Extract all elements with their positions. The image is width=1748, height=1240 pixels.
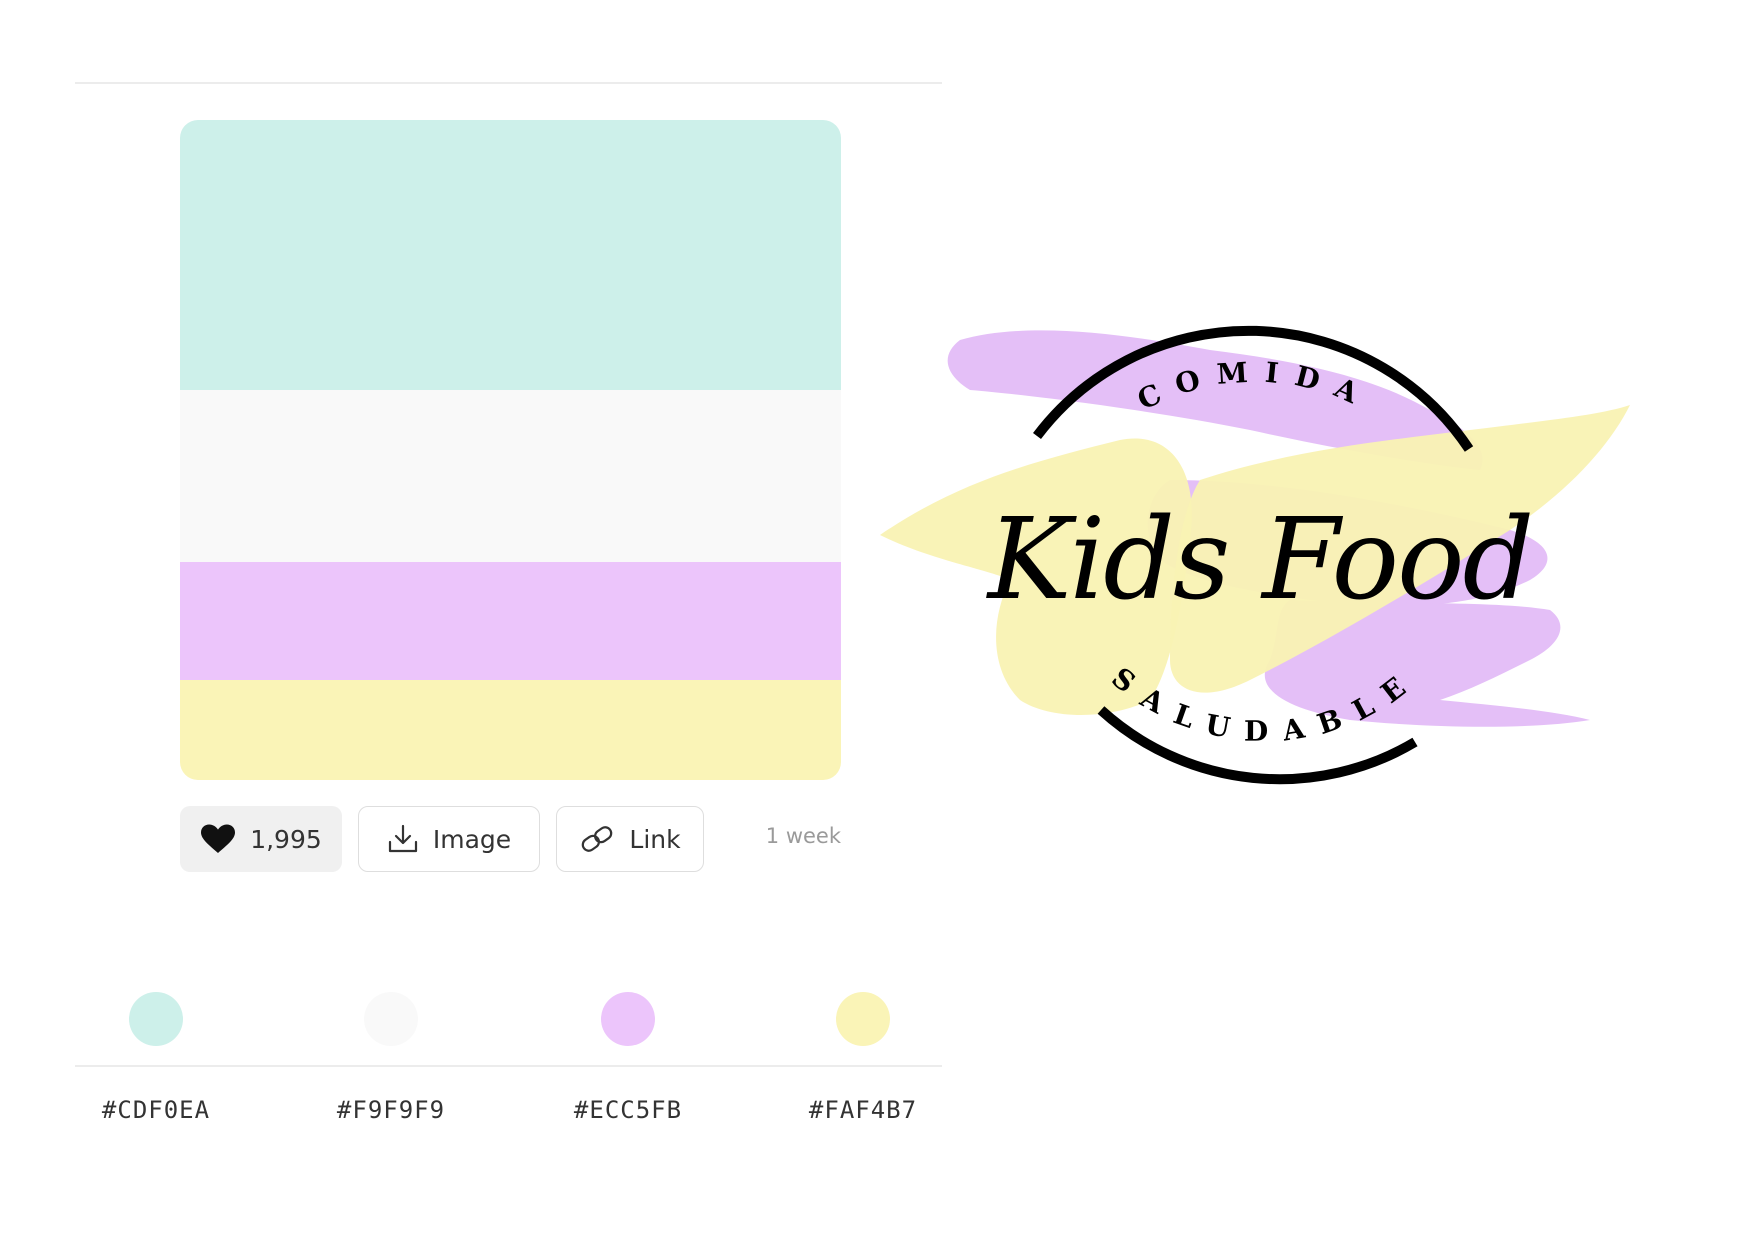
hex-codes: #CDF0EA #F9F9F9 #ECC5FB #FAF4B7 [75, 1096, 942, 1136]
palette-swatch[interactable] [180, 120, 841, 390]
heart-icon [200, 824, 236, 854]
like-count: 1,995 [250, 824, 322, 854]
color-dot[interactable] [129, 992, 183, 1046]
logo-artwork: COMIDA SALUDABLE Kids Food [880, 325, 1630, 785]
created-time: 1 week [765, 824, 841, 848]
hex-code[interactable]: #CDF0EA [56, 1096, 256, 1124]
download-image-label: Image [432, 824, 512, 854]
color-dot[interactable] [364, 992, 418, 1046]
copy-link-label: Link [629, 824, 681, 854]
color-dot[interactable] [836, 992, 890, 1046]
palette-swatch[interactable] [180, 680, 841, 780]
palette-actions: 1,995 Image Link 1 week [180, 806, 841, 874]
bottom-divider [75, 1065, 942, 1067]
hex-code[interactable]: #ECC5FB [528, 1096, 728, 1124]
color-dots [75, 992, 942, 1048]
kids-food-logo: COMIDA SALUDABLE Kids Food [870, 280, 1710, 900]
palette-swatch[interactable] [180, 390, 841, 562]
palette-preview[interactable] [180, 120, 841, 780]
color-dot[interactable] [601, 992, 655, 1046]
logo-wordmark: Kids Food [986, 495, 1532, 625]
download-image-button[interactable]: Image [358, 806, 540, 872]
hex-code[interactable]: #FAF4B7 [763, 1096, 963, 1124]
page: 1,995 Image Link 1 week #CDF0EA #F9F9F9 … [0, 0, 1748, 1240]
copy-link-button[interactable]: Link [556, 806, 704, 872]
hex-code[interactable]: #F9F9F9 [291, 1096, 491, 1124]
top-divider [75, 82, 942, 84]
palette-swatch[interactable] [180, 562, 841, 680]
download-icon [387, 824, 419, 854]
like-button[interactable]: 1,995 [180, 806, 342, 872]
link-icon [579, 824, 615, 854]
